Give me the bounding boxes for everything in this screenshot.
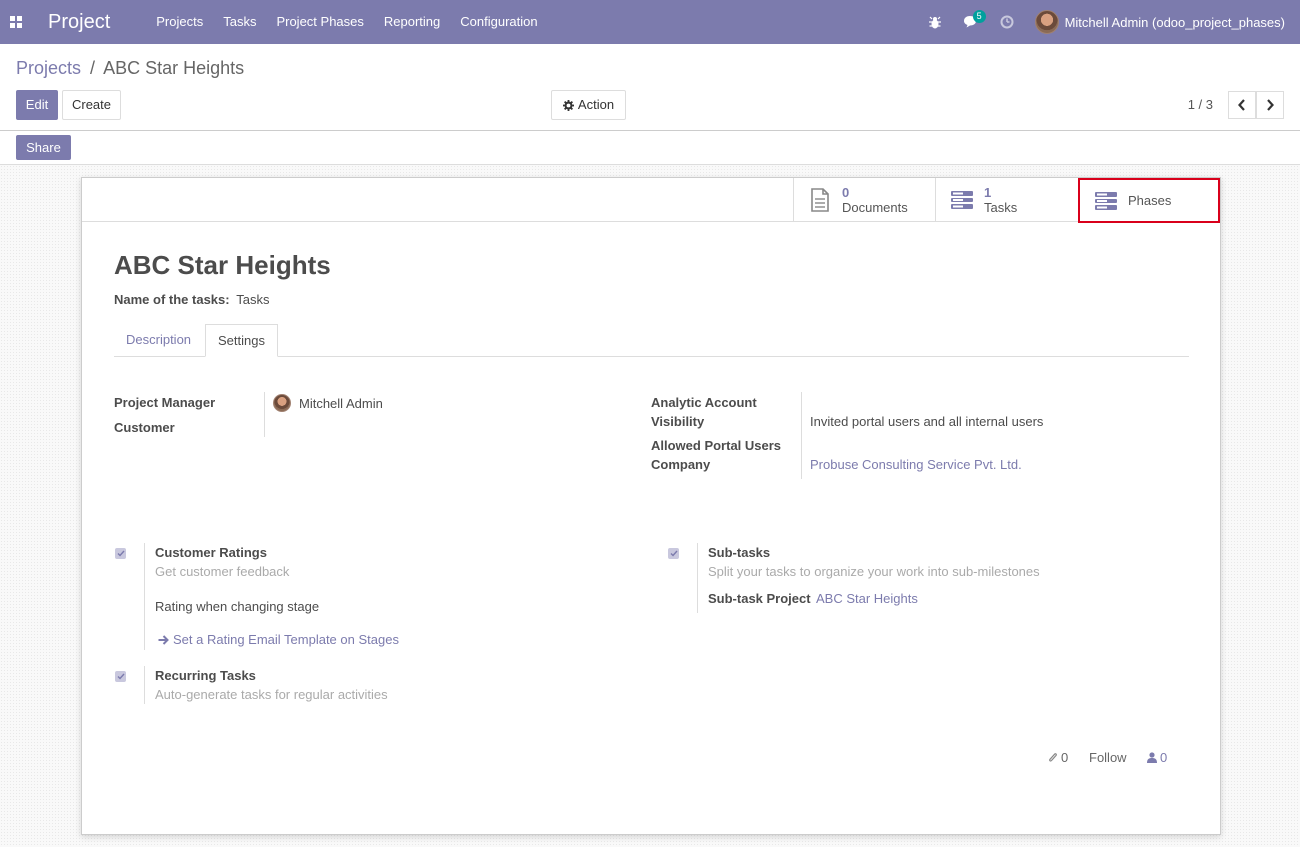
customer-ratings-checkbox[interactable] bbox=[115, 548, 126, 559]
breadcrumb-current: ABC Star Heights bbox=[103, 58, 245, 78]
breadcrumb-separator: / bbox=[90, 58, 96, 78]
task-name-value: Tasks bbox=[236, 292, 270, 307]
menu-item-reporting[interactable]: Reporting bbox=[374, 0, 450, 44]
tasks-count: 1 bbox=[984, 185, 992, 200]
form-sheet: 0 Documents 1 Tasks Phases ABC Star Heig… bbox=[81, 177, 1221, 835]
project-manager-field[interactable]: Mitchell Admin bbox=[273, 394, 383, 412]
manager-avatar bbox=[273, 394, 291, 412]
visibility-label: Visibility bbox=[651, 414, 705, 429]
debug-bug-icon[interactable] bbox=[917, 0, 953, 44]
app-brand[interactable]: Project bbox=[48, 11, 110, 34]
control-panel: Projects / ABC Star Heights Edit Create … bbox=[0, 44, 1300, 131]
chevron-left-icon bbox=[1238, 99, 1245, 111]
allowed-portal-users-label: Allowed Portal Users bbox=[651, 438, 782, 453]
action-label: Action bbox=[577, 97, 615, 112]
subtasks-checkbox[interactable] bbox=[668, 548, 679, 559]
pager-previous-button[interactable] bbox=[1228, 91, 1256, 119]
user-icon bbox=[1147, 752, 1157, 763]
pager-value[interactable]: 1 / 3 bbox=[1188, 97, 1213, 112]
subtasks-title: Sub-tasks bbox=[708, 545, 771, 560]
group-divider bbox=[264, 392, 265, 437]
chevron-right-icon bbox=[1267, 99, 1274, 111]
menu-item-projects[interactable]: Projects bbox=[146, 0, 213, 44]
subtask-project-label: Sub-task Project bbox=[708, 591, 811, 606]
subtask-project-link[interactable]: ABC Star Heights bbox=[816, 591, 918, 606]
attachments-button[interactable]: 0 bbox=[1048, 750, 1068, 765]
documents-count: 0 bbox=[842, 185, 850, 200]
rating-template-label: Set a Rating Email Template on Stages bbox=[173, 632, 399, 647]
task-name-label: Name of the tasks: bbox=[114, 292, 230, 307]
task-name-field: Name of the tasks: Tasks bbox=[114, 292, 269, 307]
project-manager-value: Mitchell Admin bbox=[299, 395, 383, 411]
menu-item-project-phases[interactable]: Project Phases bbox=[266, 0, 373, 44]
gear-icon bbox=[562, 99, 574, 111]
option-divider bbox=[697, 543, 698, 613]
customer-ratings-title: Customer Ratings bbox=[155, 545, 267, 560]
tab-settings[interactable]: Settings bbox=[205, 324, 278, 357]
follow-button[interactable]: Follow bbox=[1089, 750, 1127, 765]
rating-template-link[interactable]: Set a Rating Email Template on Stages bbox=[158, 632, 399, 647]
analytic-account-label: Analytic Account bbox=[651, 395, 757, 410]
record-title[interactable]: ABC Star Heights bbox=[114, 250, 331, 281]
phases-smart-button[interactable]: Phases bbox=[1078, 178, 1220, 223]
checkmark-icon bbox=[117, 673, 125, 680]
user-name: Mitchell Admin (odoo_project_phases) bbox=[1064, 14, 1285, 30]
top-navbar: Project Projects Tasks Project Phases Re… bbox=[0, 0, 1300, 44]
group-divider bbox=[801, 392, 802, 479]
company-label: Company bbox=[651, 457, 711, 472]
followers-button[interactable]: 0 bbox=[1147, 750, 1167, 765]
user-menu[interactable]: Mitchell Admin (odoo_project_phases) bbox=[1025, 10, 1300, 34]
tasks-label: Tasks bbox=[984, 200, 1018, 215]
paperclip-icon bbox=[1049, 752, 1057, 762]
apps-grid-icon bbox=[10, 16, 22, 28]
main-menu: Projects Tasks Project Phases Reporting … bbox=[146, 0, 547, 44]
recurring-tasks-help: Auto-generate tasks for regular activiti… bbox=[155, 687, 388, 702]
documents-smart-button[interactable]: 0 Documents bbox=[793, 178, 935, 222]
smart-button-box: 0 Documents 1 Tasks Phases bbox=[82, 178, 1220, 223]
pager-next-button[interactable] bbox=[1256, 91, 1284, 119]
subtasks-help: Split your tasks to organize your work i… bbox=[708, 564, 1040, 579]
tasks-smart-button[interactable]: 1 Tasks bbox=[935, 178, 1077, 222]
recurring-tasks-checkbox[interactable] bbox=[115, 671, 126, 682]
breadcrumb-projects-link[interactable]: Projects bbox=[16, 58, 81, 78]
option-divider bbox=[144, 543, 145, 650]
customer-ratings-help: Get customer feedback bbox=[155, 564, 290, 579]
phases-stack-icon bbox=[1095, 191, 1117, 210]
action-dropdown-button[interactable]: Action bbox=[551, 90, 626, 120]
share-button[interactable]: Share bbox=[16, 135, 71, 160]
visibility-value[interactable]: Invited portal users and all internal us… bbox=[810, 414, 1043, 429]
rating-mode-value[interactable]: Rating when changing stage bbox=[155, 599, 319, 614]
checkmark-icon bbox=[670, 550, 678, 557]
tab-description[interactable]: Description bbox=[114, 324, 203, 357]
documents-label: Documents bbox=[842, 200, 908, 215]
edit-button[interactable]: Edit bbox=[16, 90, 58, 120]
recurring-tasks-title: Recurring Tasks bbox=[155, 668, 256, 683]
user-avatar bbox=[1034, 10, 1059, 34]
create-button[interactable]: Create bbox=[62, 90, 121, 120]
project-manager-label: Project Manager bbox=[114, 395, 216, 410]
customer-label: Customer bbox=[114, 420, 175, 435]
checkmark-icon bbox=[117, 550, 125, 557]
messages-count-badge: 5 bbox=[972, 10, 986, 23]
document-icon bbox=[811, 188, 829, 212]
option-divider bbox=[144, 666, 145, 704]
messages-button[interactable]: 5 bbox=[953, 0, 989, 44]
tasks-stack-icon bbox=[951, 191, 973, 209]
followers-count: 0 bbox=[1160, 750, 1168, 765]
form-notebook-tabs: Description Settings bbox=[114, 324, 1189, 357]
form-statusbar: Share bbox=[0, 131, 1300, 165]
arrow-right-icon bbox=[158, 634, 169, 645]
company-link[interactable]: Probuse Consulting Service Pvt. Ltd. bbox=[810, 457, 1022, 472]
activities-clock-icon[interactable] bbox=[989, 0, 1025, 44]
phases-label: Phases bbox=[1128, 193, 1172, 208]
attachments-count: 0 bbox=[1061, 750, 1069, 765]
breadcrumb: Projects / ABC Star Heights bbox=[16, 58, 244, 79]
menu-item-configuration[interactable]: Configuration bbox=[450, 0, 547, 44]
apps-menu-button[interactable] bbox=[0, 0, 32, 44]
menu-item-tasks[interactable]: Tasks bbox=[213, 0, 266, 44]
